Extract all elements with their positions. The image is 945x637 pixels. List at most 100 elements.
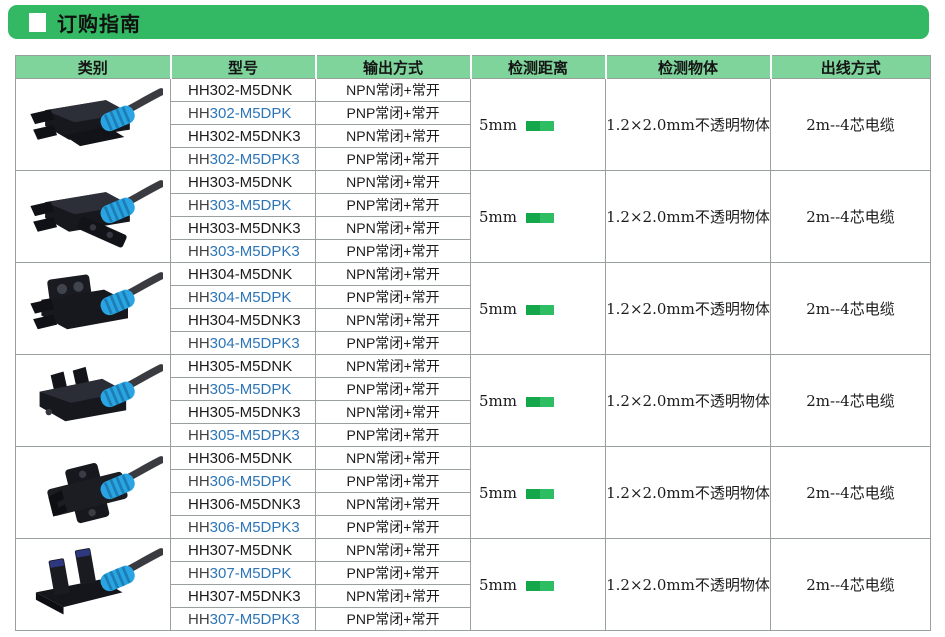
- model-name-cell[interactable]: HH304-M5DPK3: [171, 332, 316, 355]
- model-name-link[interactable]: 303-M5DPK: [210, 197, 292, 214]
- model-name-prefix: HH: [188, 243, 210, 260]
- distance-bar-icon: [526, 397, 554, 407]
- detect-object-cell: 1.2×2.0mm不透明物体: [606, 539, 771, 631]
- model-name-link[interactable]: 307-M5DPK: [210, 565, 292, 582]
- detect-distance-value: 5mm: [479, 392, 517, 410]
- hh306-slot-sensor-photo: [16, 447, 171, 539]
- output-mode-cell: PNP常闭+常开: [316, 562, 471, 585]
- model-name-cell: HH303-M5DNK3: [171, 217, 316, 240]
- output-mode-cell: NPN常闭+常开: [316, 125, 471, 148]
- model-name-prefix: HH: [188, 473, 210, 490]
- model-name-cell: HH302-M5DNK3: [171, 125, 316, 148]
- hh305-slot-sensor-photo: [16, 355, 171, 447]
- model-name-link[interactable]: 305-M5DPK: [210, 381, 292, 398]
- model-name-link[interactable]: 306-M5DPK: [210, 473, 292, 490]
- model-name-cell: HH307-M5DNK: [171, 539, 316, 562]
- model-name-link[interactable]: 302-M5DPK3: [210, 151, 300, 168]
- model-name-cell: HH305-M5DNK3: [171, 401, 316, 424]
- output-mode-cell: NPN常闭+常开: [316, 355, 471, 378]
- model-name-link[interactable]: 307-M5DPK3: [210, 611, 300, 628]
- output-mode-cell: NPN常闭+常开: [316, 217, 471, 240]
- output-mode-cell: PNP常闭+常开: [316, 194, 471, 217]
- model-name-cell: HH304-M5DNK3: [171, 309, 316, 332]
- model-name-cell[interactable]: HH302-M5DPK3: [171, 148, 316, 171]
- cable-outlet-cell: 2m--4芯电缆: [771, 79, 931, 171]
- detect-distance-cell: 5mm: [471, 539, 606, 631]
- model-name-link[interactable]: 306-M5DPK3: [210, 519, 300, 536]
- model-name-cell[interactable]: HH305-M5DPK: [171, 378, 316, 401]
- model-name-cell[interactable]: HH307-M5DPK: [171, 562, 316, 585]
- detect-object-cell: 1.2×2.0mm不透明物体: [606, 171, 771, 263]
- distance-bar-icon: [526, 213, 554, 223]
- distance-bar-icon: [526, 121, 554, 131]
- cable-outlet-cell: 2m--4芯电缆: [771, 539, 931, 631]
- model-row: HH305-M5DNKNPN常闭+常开5mm1.2×2.0mm不透明物体2m--…: [16, 355, 931, 378]
- model-name-cell[interactable]: HH303-M5DPK: [171, 194, 316, 217]
- output-mode-cell: PNP常闭+常开: [316, 332, 471, 355]
- model-name-prefix: HH: [188, 427, 210, 444]
- model-name-cell: HH306-M5DNK: [171, 447, 316, 470]
- model-name-cell[interactable]: HH307-M5DPK3: [171, 608, 316, 631]
- model-name-cell[interactable]: HH302-M5DPK: [171, 102, 316, 125]
- detect-distance-cell: 5mm: [471, 263, 606, 355]
- model-row: HH307-M5DNKNPN常闭+常开5mm1.2×2.0mm不透明物体2m--…: [16, 539, 931, 562]
- output-mode-cell: NPN常闭+常开: [316, 309, 471, 332]
- model-row: HH306-M5DNKNPN常闭+常开5mm1.2×2.0mm不透明物体2m--…: [16, 447, 931, 470]
- distance-bar-icon: [526, 581, 554, 591]
- col-header-detect-distance: 检测距离: [471, 56, 606, 79]
- model-name-cell[interactable]: HH305-M5DPK3: [171, 424, 316, 447]
- detect-distance-cell: 5mm: [471, 355, 606, 447]
- output-mode-cell: PNP常闭+常开: [316, 378, 471, 401]
- output-mode-cell: NPN常闭+常开: [316, 263, 471, 286]
- banner-square-icon: [29, 13, 46, 32]
- detect-distance-value: 5mm: [479, 484, 517, 502]
- detect-distance-value: 5mm: [479, 116, 517, 134]
- hh307-slot-sensor-photo: [16, 539, 171, 631]
- model-name-link[interactable]: 303-M5DPK3: [210, 243, 300, 260]
- model-name-cell: HH305-M5DNK: [171, 355, 316, 378]
- model-name-link[interactable]: 304-M5DPK3: [210, 335, 300, 352]
- section-banner: 订购指南: [8, 5, 929, 39]
- ordering-guide-table: 类别 型号 输出方式 检测距离 检测物体 出线方式 HH302-M5DNKNPN…: [15, 55, 931, 631]
- model-name-cell: HH302-M5DNK: [171, 79, 316, 102]
- output-mode-cell: PNP常闭+常开: [316, 470, 471, 493]
- model-name-cell: HH306-M5DNK3: [171, 493, 316, 516]
- output-mode-cell: PNP常闭+常开: [316, 608, 471, 631]
- detect-object-cell: 1.2×2.0mm不透明物体: [606, 355, 771, 447]
- model-name-link[interactable]: 305-M5DPK3: [210, 427, 300, 444]
- model-name-prefix: HH: [188, 565, 210, 582]
- output-mode-cell: PNP常闭+常开: [316, 516, 471, 539]
- model-name-cell[interactable]: HH306-M5DPK3: [171, 516, 316, 539]
- col-header-output-mode: 输出方式: [316, 56, 471, 79]
- cable-outlet-cell: 2m--4芯电缆: [771, 171, 931, 263]
- detect-distance-cell: 5mm: [471, 171, 606, 263]
- detect-distance-value: 5mm: [479, 576, 517, 594]
- model-name-prefix: HH: [188, 289, 210, 306]
- model-name-cell[interactable]: HH304-M5DPK: [171, 286, 316, 309]
- model-name-cell: HH304-M5DNK: [171, 263, 316, 286]
- model-name-cell: HH303-M5DNK: [171, 171, 316, 194]
- model-name-link[interactable]: 302-M5DPK: [210, 105, 292, 122]
- model-name-prefix: HH: [188, 611, 210, 628]
- col-header-model: 型号: [171, 56, 316, 79]
- detect-object-cell: 1.2×2.0mm不透明物体: [606, 447, 771, 539]
- table-header-row: 类别 型号 输出方式 检测距离 检测物体 出线方式: [16, 56, 931, 79]
- model-name-cell[interactable]: HH303-M5DPK3: [171, 240, 316, 263]
- output-mode-cell: NPN常闭+常开: [316, 171, 471, 194]
- detect-object-cell: 1.2×2.0mm不透明物体: [606, 263, 771, 355]
- output-mode-cell: PNP常闭+常开: [316, 148, 471, 171]
- detect-distance-value: 5mm: [479, 300, 517, 318]
- distance-bar-icon: [526, 489, 554, 499]
- model-name-link[interactable]: 304-M5DPK: [210, 289, 292, 306]
- col-header-cable-outlet: 出线方式: [771, 56, 931, 79]
- model-name-prefix: HH: [188, 381, 210, 398]
- output-mode-cell: NPN常闭+常开: [316, 401, 471, 424]
- cable-outlet-cell: 2m--4芯电缆: [771, 355, 931, 447]
- output-mode-cell: NPN常闭+常开: [316, 447, 471, 470]
- model-row: HH303-M5DNKNPN常闭+常开5mm1.2×2.0mm不透明物体2m--…: [16, 171, 931, 194]
- distance-bar-icon: [526, 305, 554, 315]
- model-name-cell[interactable]: HH306-M5DPK: [171, 470, 316, 493]
- hh304-slot-sensor-photo: [16, 263, 171, 355]
- model-name-prefix: HH: [188, 105, 210, 122]
- detect-object-cell: 1.2×2.0mm不透明物体: [606, 79, 771, 171]
